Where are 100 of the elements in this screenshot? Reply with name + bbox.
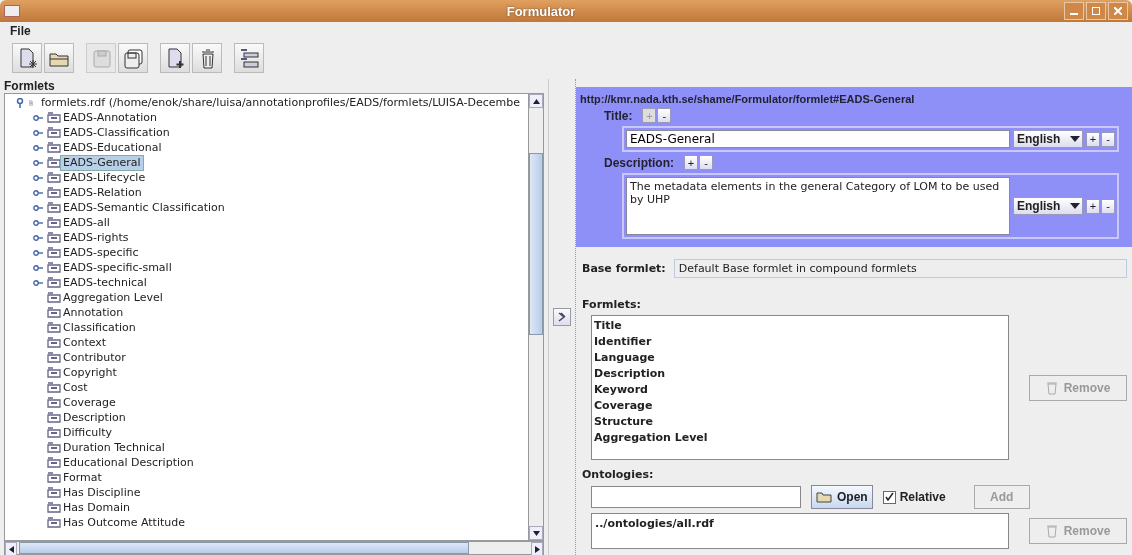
list-item[interactable]: ../ontologies/all.rdf	[595, 517, 1005, 530]
folder-node-icon	[47, 127, 61, 138]
tree-toggle-icon[interactable]	[33, 219, 43, 226]
folder-node-icon	[47, 442, 61, 453]
minus-button[interactable]: -	[699, 155, 713, 170]
tree-toggle-icon[interactable]	[33, 249, 43, 256]
tree-toggle-icon[interactable]	[33, 144, 43, 151]
folder-node-icon	[47, 307, 61, 318]
tree-item[interactable]: EADS-Educational	[61, 140, 164, 155]
tree-item[interactable]: Educational Description	[61, 455, 196, 470]
tree-item[interactable]: EADS-Classification	[61, 125, 172, 140]
list-item[interactable]: Description	[594, 366, 1006, 382]
language-dropdown[interactable]: English	[1013, 130, 1083, 148]
tree-root-item[interactable]: formlets.rdf (/home/enok/share/luisa/annotationprofiles/EADS/formlets/LUISA-Decembe	[39, 95, 522, 110]
scroll-arrow-icon[interactable]	[532, 97, 540, 105]
list-item[interactable]: Coverage	[594, 398, 1006, 414]
language-dropdown[interactable]: English	[1013, 197, 1083, 215]
description-textarea[interactable]: The metadata elements in the general Category of LOM to be used by UHP	[626, 177, 1010, 235]
toolbar-delete-button[interactable]	[192, 43, 222, 73]
expand-arrow-button[interactable]	[553, 308, 571, 326]
tree-item[interactable]: Annotation	[61, 305, 126, 320]
menu-item[interactable]: File	[10, 24, 31, 38]
plus-button[interactable]: +	[1086, 131, 1100, 147]
folder-node-icon	[47, 412, 61, 423]
tree-item[interactable]: EADS-all	[61, 215, 112, 230]
tree-item[interactable]: EADS-Semantic Classification	[61, 200, 227, 215]
tree-toggle-icon[interactable]	[33, 114, 43, 121]
saveas-icon	[122, 47, 144, 69]
tree-toggle-icon[interactable]	[33, 279, 43, 286]
base-formlet-field[interactable]: Default Base formlet in compound formlets	[673, 259, 1127, 278]
window-title: Formulator	[505, 3, 577, 19]
tree-item[interactable]: Coverage	[61, 395, 118, 410]
tree-item[interactable]: Has Domain	[61, 500, 132, 515]
plus-button[interactable]: +	[684, 155, 698, 170]
title-input[interactable]: EADS-General	[626, 130, 1010, 148]
maximize-button[interactable]	[1086, 2, 1106, 20]
tree-item[interactable]: EADS-specific	[61, 245, 141, 260]
open-button[interactable]: Open	[811, 485, 873, 509]
tree-item[interactable]: Has Discipline	[61, 485, 143, 500]
save-icon	[90, 47, 112, 69]
tree-item[interactable]: Classification	[61, 320, 138, 335]
tree-item[interactable]: EADS-Lifecycle	[61, 170, 148, 185]
minus-button[interactable]: -	[1101, 198, 1115, 214]
tree-toggle-icon[interactable]	[33, 129, 43, 136]
list-item[interactable]: Aggregation Level	[594, 430, 1006, 446]
tree-toggle-icon[interactable]	[33, 159, 43, 166]
list-item[interactable]: Language	[594, 350, 1006, 366]
tree-item[interactable]: Context	[61, 335, 109, 350]
list-item[interactable]: Identifier	[594, 334, 1006, 350]
tree-item[interactable]: Cost	[61, 380, 90, 395]
tree-item[interactable]: Format	[61, 470, 104, 485]
list-item[interactable]: Structure	[594, 414, 1006, 430]
toolbar-add-button[interactable]	[160, 43, 190, 73]
folder-node-icon	[47, 517, 61, 528]
scroll-arrow-icon[interactable]	[7, 545, 15, 553]
folder-node-icon	[47, 172, 61, 183]
tree-toggle-icon[interactable]	[33, 234, 43, 241]
folder-node-icon	[47, 457, 61, 468]
list-item[interactable]: Title	[594, 318, 1006, 334]
minus-button[interactable]: -	[657, 108, 672, 123]
tree-item[interactable]: Contributor	[61, 350, 128, 365]
tree-item[interactable]: Difficulty	[61, 425, 115, 440]
ontology-input[interactable]	[591, 486, 801, 508]
tree-toggle-icon[interactable]	[33, 189, 43, 196]
tree-item[interactable]: Copyright	[61, 365, 119, 380]
list-item[interactable]: Keyword	[594, 382, 1006, 398]
panel-title: Formlets	[3, 79, 56, 93]
tree-item[interactable]: Has Outcome Attitude	[61, 515, 187, 530]
toolbar-saveas-button[interactable]	[118, 43, 148, 73]
toolbar-new-button[interactable]	[12, 43, 42, 73]
chevron-right-icon	[558, 312, 566, 322]
tree-item[interactable]: EADS-rights	[61, 230, 131, 245]
checkbox[interactable]	[882, 490, 896, 504]
minus-button[interactable]: -	[1101, 131, 1115, 147]
folder-node-icon	[47, 292, 61, 303]
tree-item[interactable]: EADS-General	[61, 155, 143, 170]
tree-item[interactable]: EADS-Annotation	[61, 110, 159, 125]
minimize-button[interactable]	[1064, 2, 1084, 20]
tree-toggle-icon[interactable]	[33, 204, 43, 211]
tree-toggle-icon[interactable]	[16, 97, 24, 108]
plus-button[interactable]: +	[1086, 198, 1100, 214]
tree-toggle-icon[interactable]	[33, 174, 43, 181]
tree-item[interactable]: EADS-technical	[61, 275, 149, 290]
toolbar-open-button[interactable]	[44, 43, 74, 73]
toolbar-layout-button[interactable]	[234, 43, 264, 73]
folder-node-icon	[47, 397, 61, 408]
tree-item[interactable]: EADS-specific-small	[61, 260, 174, 275]
folder-node-icon	[47, 262, 61, 273]
folder-node-icon	[47, 187, 61, 198]
vertical-scrollbar[interactable]	[528, 94, 543, 540]
folder-node-icon	[47, 502, 61, 513]
tree-item[interactable]: Aggregation Level	[61, 290, 165, 305]
folder-node-icon	[47, 427, 61, 438]
tree-item[interactable]: Description	[61, 410, 128, 425]
close-icon	[1114, 7, 1122, 15]
tree-item[interactable]: EADS-Relation	[61, 185, 144, 200]
horizontal-scrollbar[interactable]	[4, 541, 544, 555]
close-button[interactable]	[1108, 2, 1128, 20]
tree-toggle-icon[interactable]	[33, 264, 43, 271]
tree-item[interactable]: Duration Technical	[61, 440, 167, 455]
